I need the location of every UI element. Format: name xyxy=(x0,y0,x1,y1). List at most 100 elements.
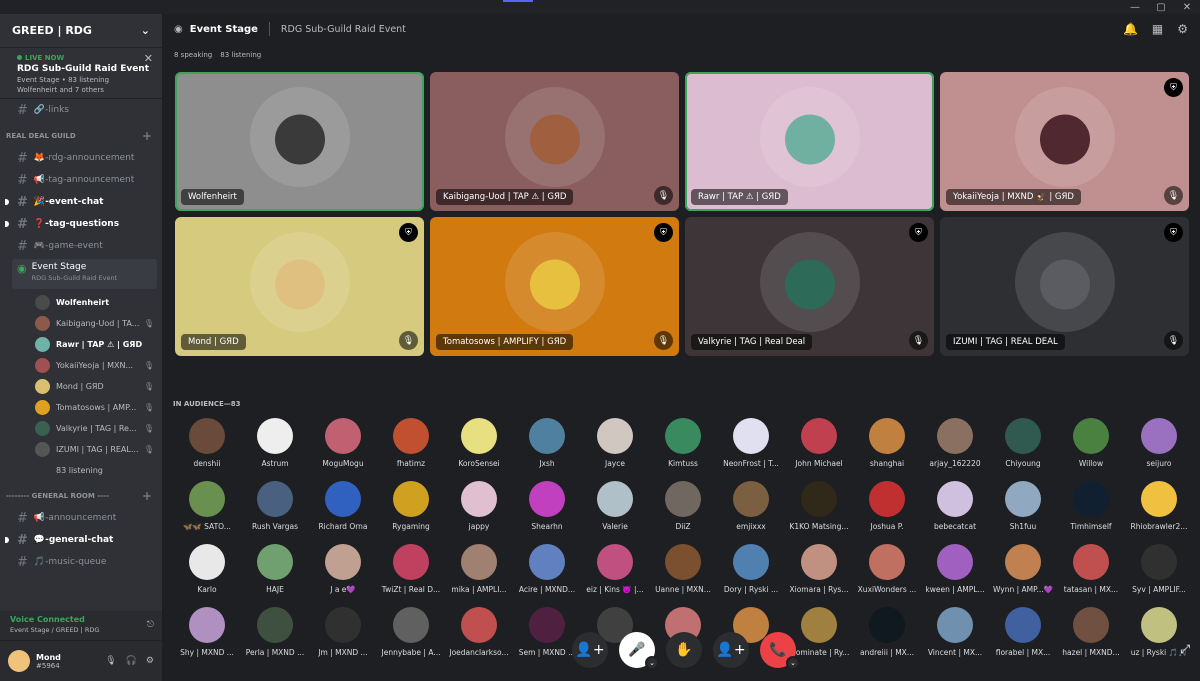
channel-item[interactable]: # 🎮-game-event xyxy=(0,235,162,257)
audience-member[interactable]: NeonFrost | T... xyxy=(717,418,785,481)
calendar-icon[interactable]: ▦ xyxy=(1152,22,1163,36)
audience-member[interactable]: TwiZt | Real D... xyxy=(377,544,445,607)
raise-hand-button[interactable]: ✋ xyxy=(666,632,702,668)
category-real-deal[interactable]: REAL DEAL GUILD + xyxy=(0,125,162,147)
audience-member[interactable]: Jayce xyxy=(581,418,649,481)
audience-member[interactable]: 🦋🦋 SATO... xyxy=(173,481,241,544)
live-event-banner[interactable]: LIVE NOW RDG Sub-Guild Raid Event Event … xyxy=(0,48,162,99)
invite-button[interactable]: 👤+ xyxy=(572,632,608,668)
add-channel-icon[interactable]: + xyxy=(142,489,152,503)
audience-member[interactable]: Uanne | MXN... xyxy=(649,544,717,607)
audience-member[interactable]: tatasan | MX... xyxy=(1057,544,1125,607)
speaker-tile[interactable]: IZUMI | TAG | REAL DEAL 🎙 ⛨ xyxy=(940,217,1189,356)
avatar[interactable] xyxy=(8,650,30,672)
audience-member[interactable]: DiiZ xyxy=(649,481,717,544)
close-window-icon[interactable]: ✕ xyxy=(1174,2,1200,13)
stage-member[interactable]: Rawr | TAP ⚠ | GЯD xyxy=(0,334,162,355)
channel-item[interactable]: # 🔗-links xyxy=(0,99,162,121)
stage-member[interactable]: Kaibigang-Uod | TA... 🎙 xyxy=(0,313,162,334)
channel-item[interactable]: # 📢-announcement xyxy=(0,507,162,529)
audience-member[interactable]: John Michael xyxy=(785,418,853,481)
fullscreen-icon[interactable]: ⤢ xyxy=(1180,642,1190,657)
stage-member[interactable]: YokaiiYeoja | MXN... 🎙 xyxy=(0,355,162,376)
add-speaker-button[interactable]: 👤+ xyxy=(713,632,749,668)
maximize-icon[interactable]: ▢ xyxy=(1148,2,1174,13)
sidebar-stage-channel[interactable]: ◉ Event Stage RDG Sub-Guild Raid Event xyxy=(12,259,157,289)
channel-item[interactable]: # ❓-tag-questions xyxy=(0,213,162,235)
audience-member[interactable]: Kimtuss xyxy=(649,418,717,481)
audience-member[interactable]: Joshua P. xyxy=(853,481,921,544)
audience-member[interactable]: jappy xyxy=(445,481,513,544)
audience-member[interactable]: Syv | AMPLIF... xyxy=(1125,544,1193,607)
audience-member[interactable]: Perla | MXND ... xyxy=(241,607,309,670)
stage-member[interactable]: Tomatosows | AMP... 🎙 xyxy=(0,397,162,418)
speaker-tile[interactable]: YokaiiYeoja | MXND 🦅 | GЯD 🎙 ⛨ xyxy=(940,72,1189,211)
channel-item[interactable]: # 📢-tag-announcement xyxy=(0,169,162,191)
audience-member[interactable]: hazel | MXND... xyxy=(1057,607,1125,670)
audience-member[interactable]: Shy | MXND ... xyxy=(173,607,241,670)
stage-member[interactable]: 83 listening xyxy=(0,460,162,481)
speaker-tile[interactable]: Mond | GЯD 🎙 ⛨ xyxy=(175,217,424,356)
audience-member[interactable]: Richard Orna xyxy=(309,481,377,544)
audience-member[interactable]: uz | Ryski 🎵🎵 xyxy=(1125,607,1193,670)
mic-muted-icon[interactable]: 🎙 xyxy=(105,656,116,666)
audience-member[interactable]: kween | AMPL... xyxy=(921,544,989,607)
chevron-down-icon[interactable]: ⌄ xyxy=(786,656,800,670)
audience-member[interactable]: andreiii | MX... xyxy=(853,607,921,670)
minimize-icon[interactable]: — xyxy=(1122,2,1148,13)
channel-item[interactable]: # 🎵-music-queue xyxy=(0,551,162,573)
add-channel-icon[interactable]: + xyxy=(142,129,152,143)
guild-header[interactable]: GREED | RDG ⌄ xyxy=(0,14,162,48)
audience-member[interactable]: K1KO Matsing... xyxy=(785,481,853,544)
speaker-tile[interactable]: Tomatosows | AMPLIFY | GЯD 🎙 ⛨ xyxy=(430,217,679,356)
speaker-tile[interactable]: Wolfenheirt xyxy=(175,72,424,211)
speaker-tile[interactable]: Rawr | TAP ⚠ | GЯD xyxy=(685,72,934,211)
audience-member[interactable]: Jm | MXND ... xyxy=(309,607,377,670)
audience-member[interactable]: Vincent | MX... xyxy=(921,607,989,670)
audience-member[interactable]: bebecatcat xyxy=(921,481,989,544)
audience-member[interactable]: mika | AMPLI... xyxy=(445,544,513,607)
headphones-icon[interactable]: 🎧 xyxy=(126,656,137,666)
audience-member[interactable]: arjay_162220 xyxy=(921,418,989,481)
audience-member[interactable]: Xiomara | Rys... xyxy=(785,544,853,607)
category-general[interactable]: -------- GENERAL ROOM ---- + xyxy=(0,485,162,507)
audience-member[interactable]: Sem | MXND ... xyxy=(513,607,581,670)
channel-item[interactable]: # 🦊-rdg-announcement xyxy=(0,147,162,169)
audience-member[interactable]: XuxiWonders ... xyxy=(853,544,921,607)
stage-member[interactable]: Mond | GЯD 🎙 xyxy=(0,376,162,397)
audience-member[interactable]: emjixxx xyxy=(717,481,785,544)
audience-member[interactable]: Chiyoung xyxy=(989,418,1057,481)
audience-member[interactable]: Timhimself xyxy=(1057,481,1125,544)
audience-member[interactable]: Joedanclarkso... xyxy=(445,607,513,670)
stage-member[interactable]: Valkyrie | TAG | Re... 🎙 xyxy=(0,418,162,439)
audience-member[interactable]: Shearhn xyxy=(513,481,581,544)
channel-item[interactable]: # 💬-general-chat xyxy=(0,529,162,551)
audience-member[interactable]: seijuro xyxy=(1125,418,1193,481)
bell-icon[interactable]: 🔔 xyxy=(1123,22,1138,36)
stage-member[interactable]: Wolfenheirt xyxy=(0,292,162,313)
audience-member[interactable]: Acire | MXND... xyxy=(513,544,581,607)
audience-member[interactable]: KoroSensei xyxy=(445,418,513,481)
audience-member[interactable]: denshii xyxy=(173,418,241,481)
mute-button[interactable]: 🎤 ⌄ xyxy=(619,632,659,670)
audience-member[interactable]: Sh1fuu xyxy=(989,481,1057,544)
audience-member[interactable]: Wynn | AMP...💜 xyxy=(989,544,1057,607)
speaker-tile[interactable]: Kaibigang-Uod | TAP ⚠ | GЯD 🎙 xyxy=(430,72,679,211)
audience-member[interactable]: Karlo xyxy=(173,544,241,607)
gear-icon[interactable]: ⚙ xyxy=(1177,22,1188,36)
audience-member[interactable]: Rhiobrawler2... xyxy=(1125,481,1193,544)
audience-member[interactable]: Rygaming xyxy=(377,481,445,544)
audience-member[interactable]: shanghai xyxy=(853,418,921,481)
chevron-down-icon[interactable]: ⌄ xyxy=(645,656,659,670)
audience-member[interactable]: Astrum xyxy=(241,418,309,481)
audience-member[interactable]: Dory | Ryski ... xyxy=(717,544,785,607)
audience-member[interactable]: MoguMogu xyxy=(309,418,377,481)
stage-member[interactable]: IZUMI | TAG | REAL... 🎙 xyxy=(0,439,162,460)
audience-member[interactable]: eiz | Kins 👿 |... xyxy=(581,544,649,607)
audience-member[interactable]: Jennybabe | A... xyxy=(377,607,445,670)
audience-member[interactable]: J a e💜 xyxy=(309,544,377,607)
audience-member[interactable]: HAJE xyxy=(241,544,309,607)
disconnect-icon[interactable]: ⎋ xyxy=(147,620,154,630)
channel-item[interactable]: # 🎉-event-chat xyxy=(0,191,162,213)
audience-member[interactable]: Rush Vargas xyxy=(241,481,309,544)
